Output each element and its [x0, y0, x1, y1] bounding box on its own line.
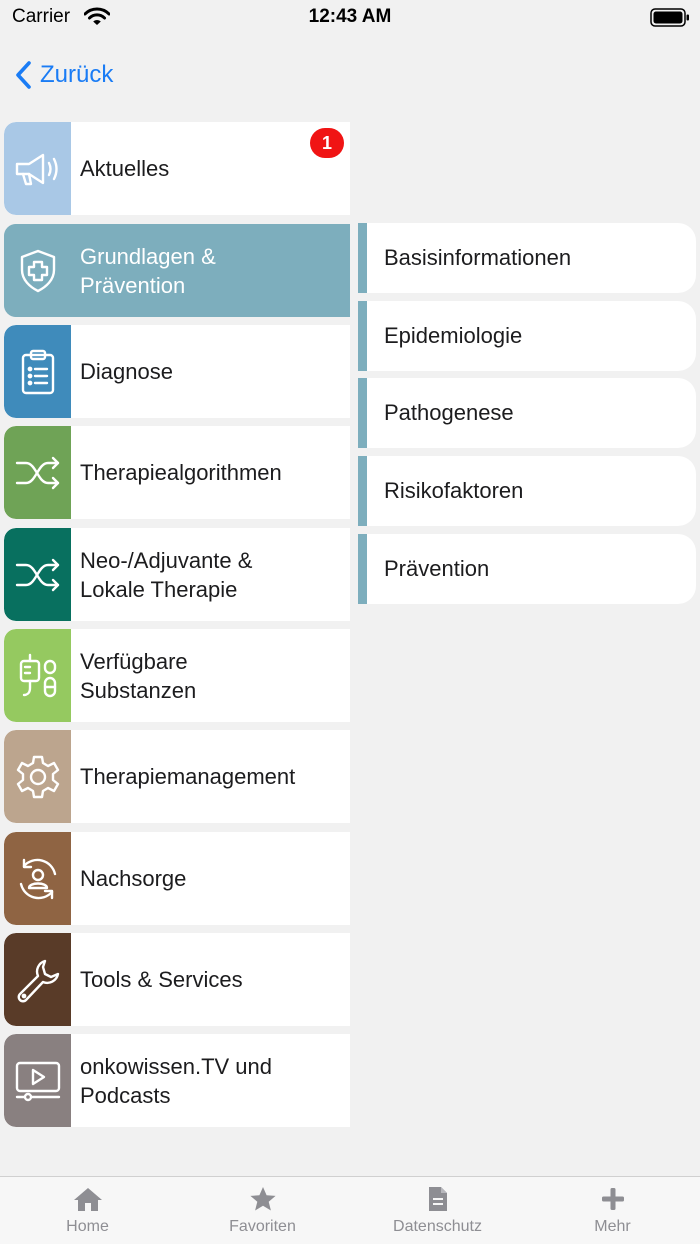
back-button[interactable]: Zurück — [14, 60, 113, 90]
gear-icon — [16, 755, 59, 798]
menu-item-aktuelles[interactable]: Aktuelles 1 — [4, 122, 350, 215]
status-bar: Carrier 12:43 AM — [0, 0, 700, 36]
submenu-item-pathogenese[interactable]: Pathogenese — [358, 378, 696, 448]
menu-item-tile — [4, 933, 71, 1026]
tab-label: Home — [66, 1218, 109, 1235]
home-icon — [73, 1188, 102, 1211]
document-icon — [428, 1187, 447, 1211]
tab-datenschutz[interactable]: Datenschutz — [350, 1177, 525, 1244]
iv-drip-pill-icon — [19, 653, 56, 697]
menu-item-nachsorge[interactable]: Nachsorge — [4, 832, 350, 925]
menu-item-therapiemanagement[interactable]: Therapiemanagement — [4, 730, 350, 823]
chevron-left-icon — [16, 61, 31, 89]
menu-item-tools[interactable]: Tools & Services — [4, 933, 350, 1026]
tab-label: Favoriten — [229, 1218, 296, 1235]
tab-home[interactable]: Home — [0, 1177, 175, 1244]
menu-item-tile — [4, 1034, 71, 1127]
menu-item-tile — [4, 832, 71, 925]
menu-item-label: Nachsorge — [80, 866, 187, 891]
video-player-icon — [15, 1061, 60, 1101]
menu-item-tile — [4, 629, 71, 722]
tab-label: Mehr — [594, 1218, 631, 1235]
menu-item-label: Therapiemanagement — [80, 764, 296, 789]
tab-bar: Home Favoriten Datenschutz Mehr — [0, 1176, 700, 1244]
menu-item-tile — [4, 325, 71, 418]
menu-item-label: Verfügbare Substanzen — [80, 648, 197, 703]
menu-item-label: Diagnose — [80, 359, 173, 384]
submenu-item-basisinformationen[interactable]: Basisinformationen — [358, 223, 696, 293]
person-cycle-icon — [19, 858, 56, 899]
menu-item-tile — [4, 122, 71, 215]
menu-item-label: Neo-/Adjuvante & Lokale Therapie — [80, 547, 253, 602]
menu-item-tile — [4, 426, 71, 519]
menu-item-label: Therapiealgorithmen — [80, 460, 282, 485]
clipboard-list-icon — [21, 349, 54, 394]
shuffle-icon — [15, 558, 59, 591]
menu-item-tile — [4, 224, 71, 317]
back-button-label: Zurück — [40, 61, 114, 88]
menu-item-therapiealgorithmen[interactable]: Therapiealgorithmen — [4, 426, 350, 519]
menu-item-tile — [4, 730, 71, 823]
menu-item-label: Grundlagen & Prävention — [80, 243, 216, 298]
menu-item-label: Tools & Services — [80, 967, 243, 992]
menu-item-diagnose[interactable]: Diagnose — [4, 325, 350, 418]
tab-label: Datenschutz — [393, 1218, 482, 1235]
menu-item-substanzen[interactable]: Verfügbare Substanzen — [4, 629, 350, 722]
submenu-item-praevention[interactable]: Prävention — [358, 534, 696, 604]
shuffle-icon — [15, 456, 59, 489]
menu-item-label: onkowissen.TV und Podcasts — [80, 1053, 272, 1108]
notification-badge: 1 — [310, 128, 344, 158]
battery-icon — [650, 8, 689, 27]
menu-item-neo-adjuvante[interactable]: Neo-/Adjuvante & Lokale Therapie — [4, 528, 350, 621]
tab-favoriten[interactable]: Favoriten — [175, 1177, 350, 1244]
menu-item-tile — [4, 528, 71, 621]
menu-item-label: Aktuelles — [80, 156, 170, 181]
clock: 12:43 AM — [308, 6, 392, 27]
megaphone-icon — [15, 153, 58, 185]
submenu-item-risikofaktoren[interactable]: Risikofaktoren — [358, 456, 696, 526]
wrench-icon — [17, 959, 59, 1002]
menu-item-grundlagen[interactable]: Grundlagen & Prävention — [4, 224, 350, 317]
tab-mehr[interactable]: Mehr — [525, 1177, 700, 1244]
shield-plus-icon — [20, 249, 55, 292]
star-icon — [249, 1187, 276, 1211]
plus-icon — [601, 1188, 624, 1210]
submenu-item-epidemiologie[interactable]: Epidemiologie — [358, 301, 696, 371]
menu-item-onkowissen-tv[interactable]: onkowissen.TV und Podcasts — [4, 1034, 350, 1127]
